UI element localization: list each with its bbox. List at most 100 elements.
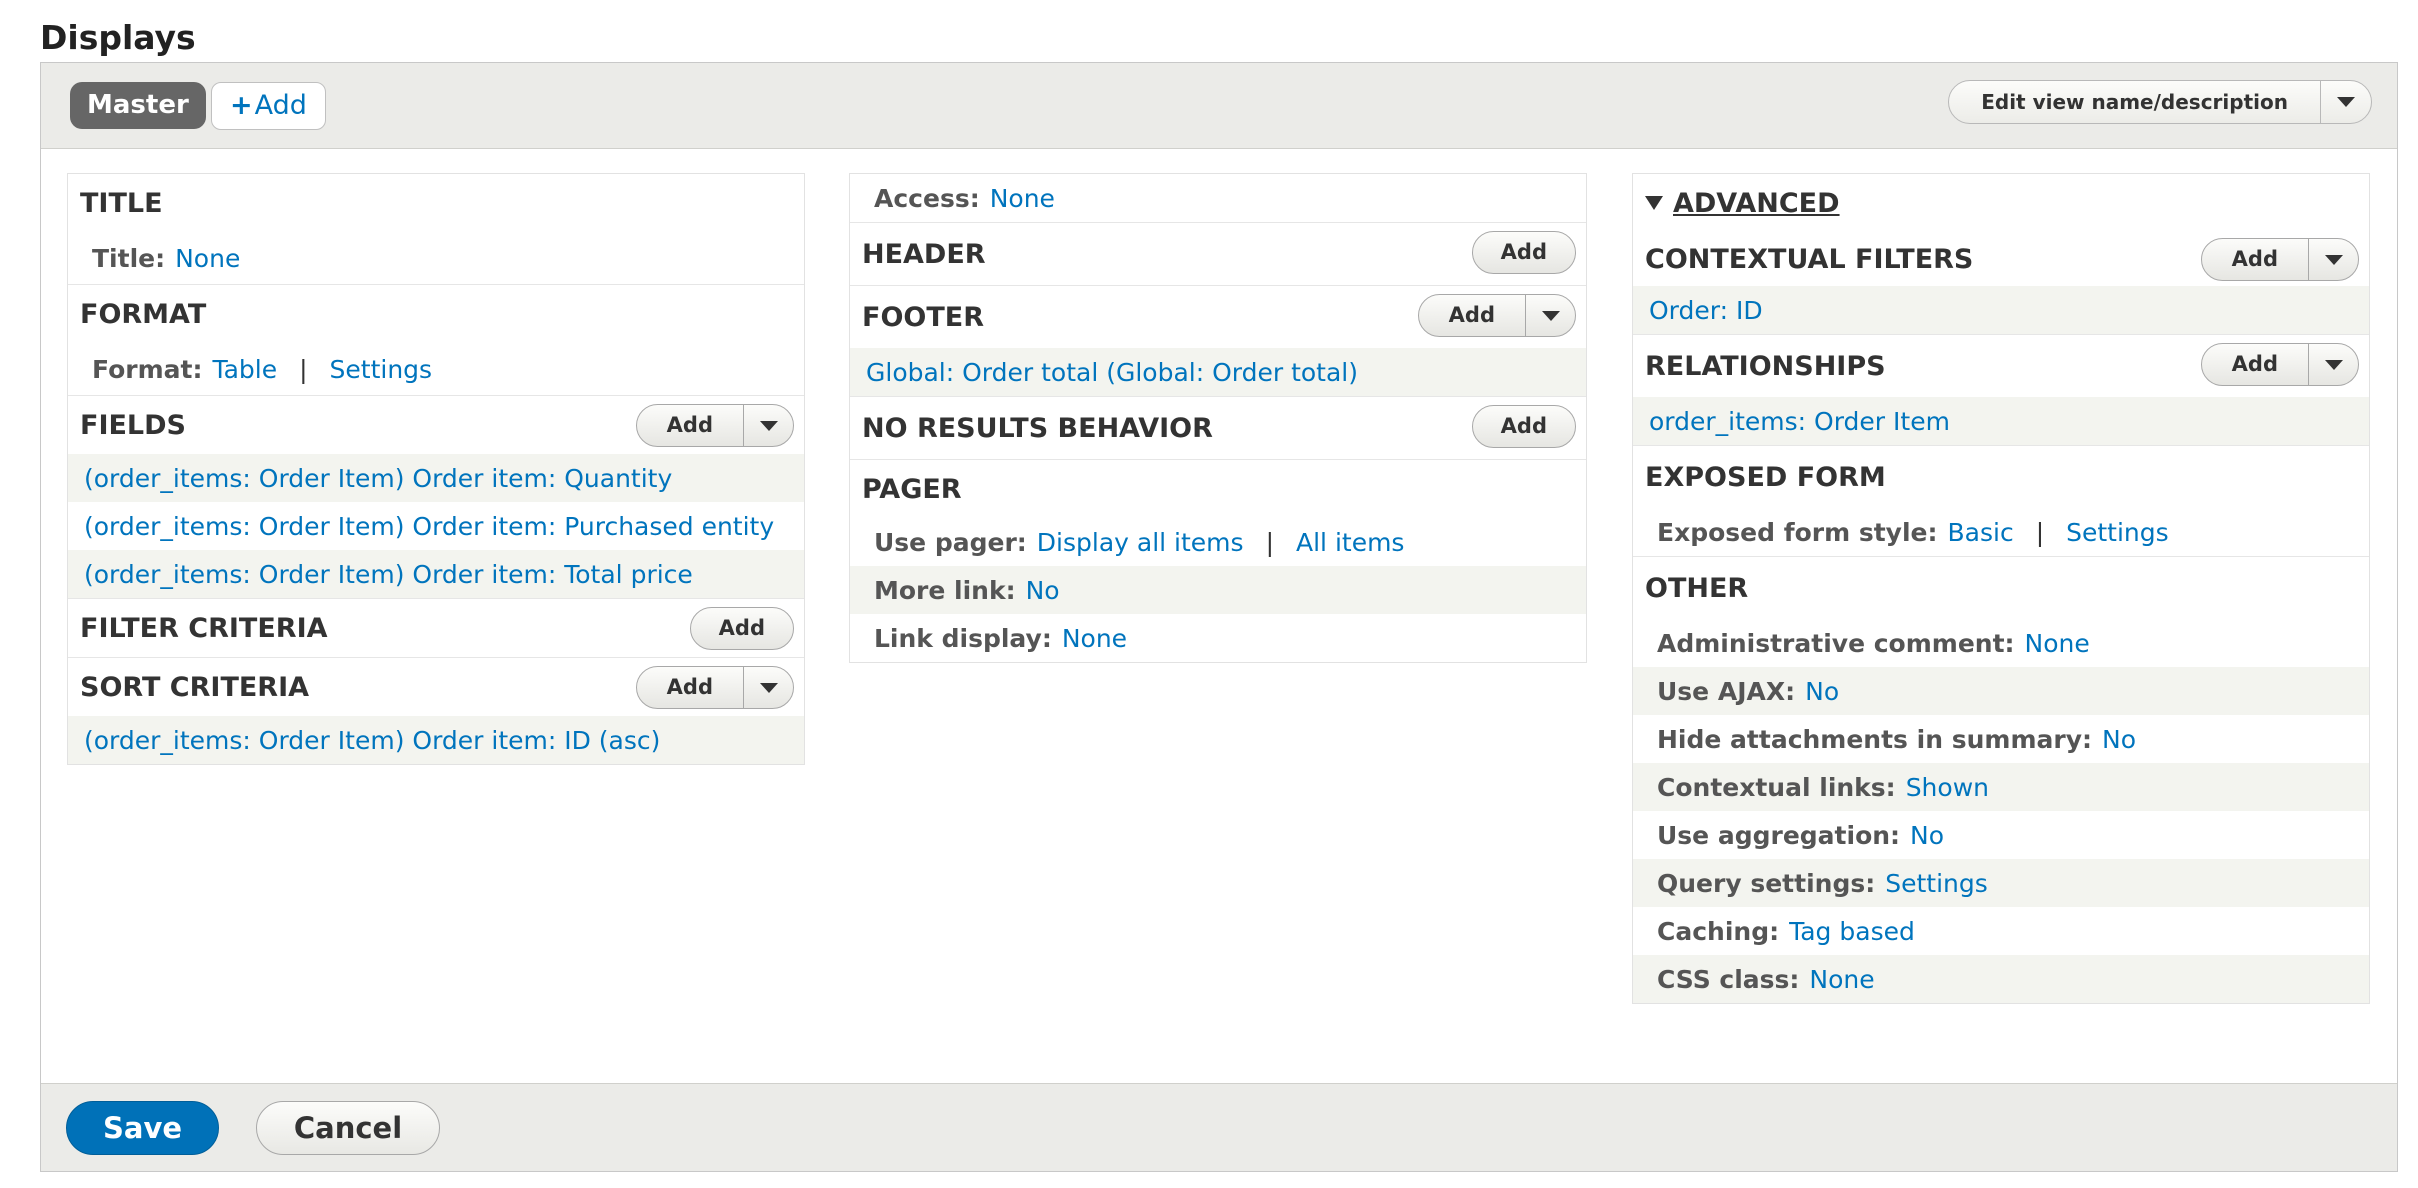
title-key: Title:	[92, 243, 166, 273]
other-row: Use aggregation: No	[1633, 811, 2369, 859]
footer-item: Global: Order total (Global: Order total…	[850, 348, 1586, 396]
other-row: Contextual links: Shown	[1633, 763, 2369, 811]
format-value-link[interactable]: Table	[212, 355, 277, 384]
other-header: OTHER	[1645, 572, 1749, 604]
separator: |	[2035, 517, 2045, 547]
header-add-button[interactable]: Add	[1473, 232, 1575, 273]
sort-add-dropdown-toggle[interactable]	[743, 667, 793, 708]
contextual-add-dropdown-toggle[interactable]	[2308, 239, 2358, 280]
no-results-add-button[interactable]: Add	[1473, 406, 1575, 447]
separator: |	[299, 354, 308, 384]
contextual-filter-link[interactable]: Order: ID	[1649, 296, 1763, 325]
other-value-link[interactable]: No	[1805, 677, 1839, 706]
relationships-add-dropbutton: Add	[2200, 343, 2359, 386]
caret-down-icon	[1645, 196, 1663, 210]
other-value-link[interactable]: Shown	[1906, 773, 1989, 802]
footer-item-link[interactable]: Global: Order total (Global: Order total…	[866, 358, 1358, 387]
edit-view-name-button[interactable]: Edit view name/description	[1949, 81, 2321, 123]
exposed-form-section: EXPOSED FORM Exposed form style: Basic |…	[1633, 446, 2369, 557]
field-item: (order_items: Order Item) Order item: To…	[68, 550, 804, 598]
sort-add-button[interactable]: Add	[637, 667, 743, 708]
other-row: CSS class: None	[1633, 955, 2369, 1003]
advanced-label: ADVANCED	[1673, 187, 1840, 219]
chevron-down-icon	[2324, 254, 2343, 265]
other-value-link[interactable]: No	[1910, 821, 1944, 850]
advanced-toggle[interactable]: ADVANCED	[1633, 174, 2369, 232]
chevron-down-icon	[759, 682, 778, 693]
add-display-label: Add	[254, 90, 307, 121]
exposed-form-header: EXPOSED FORM	[1645, 461, 1886, 493]
use-pager-key: Use pager:	[874, 527, 1027, 557]
page-title: Displays	[40, 18, 196, 57]
form-actions-bar: Save Cancel	[41, 1083, 2397, 1171]
contextual-filter-item: Order: ID	[1633, 286, 2369, 334]
footer-add-button[interactable]: Add	[1419, 295, 1525, 336]
other-value-link[interactable]: Settings	[1885, 869, 1988, 898]
chevron-down-icon	[759, 420, 778, 431]
other-row: Query settings: Settings	[1633, 859, 2369, 907]
other-value-link[interactable]: None	[2025, 629, 2090, 658]
other-key: Contextual links:	[1657, 772, 1896, 802]
title-section: TITLE Title: None	[68, 174, 804, 285]
footer-section: FOOTER Add Global: Order total (Global: …	[850, 286, 1586, 397]
format-section: FORMAT Format: Table | Settings	[68, 285, 804, 396]
format-settings-link[interactable]: Settings	[330, 355, 433, 384]
access-value-link[interactable]: None	[990, 184, 1055, 213]
relationships-add-dropdown-toggle[interactable]	[2308, 344, 2358, 385]
pager-items-link[interactable]: All items	[1296, 528, 1404, 557]
format-key: Format:	[92, 354, 203, 384]
displays-panel: Master +Add Edit view name/description T…	[40, 62, 2398, 1172]
more-link-value-link[interactable]: No	[1026, 576, 1060, 605]
save-button[interactable]: Save	[66, 1101, 219, 1155]
footer-add-dropdown-toggle[interactable]	[1525, 295, 1575, 336]
use-pager-row: Use pager: Display all items | All items	[850, 518, 1586, 566]
relationships-add-button[interactable]: Add	[2202, 344, 2308, 385]
fields-add-button[interactable]: Add	[637, 405, 743, 446]
exposed-form-value-link[interactable]: Basic	[1948, 518, 2014, 547]
link-display-row: Link display: None	[850, 614, 1586, 662]
pager-section-header: PAGER	[862, 473, 962, 505]
field-item-link[interactable]: (order_items: Order Item) Order item: To…	[84, 560, 693, 589]
filter-add-button[interactable]: Add	[691, 608, 793, 649]
other-value-link[interactable]: No	[2102, 725, 2136, 754]
other-section: OTHER Administrative comment: None Use AJ…	[1633, 557, 2369, 1003]
field-item-link[interactable]: (order_items: Order Item) Order item: Qu…	[84, 464, 672, 493]
other-value-link[interactable]: Tag based	[1789, 917, 1915, 946]
other-key: Hide attachments in summary:	[1657, 724, 2092, 754]
contextual-add-dropbutton: Add	[2200, 238, 2359, 281]
exposed-form-key: Exposed form style:	[1657, 517, 1938, 547]
more-link-row: More link: No	[850, 566, 1586, 614]
chevron-down-icon	[2337, 97, 2355, 107]
title-value-link[interactable]: None	[175, 244, 240, 273]
header-section: HEADER Add	[850, 223, 1586, 286]
plus-icon: +	[230, 90, 253, 121]
other-key: Use aggregation:	[1657, 820, 1901, 850]
fields-add-dropdown-toggle[interactable]	[743, 405, 793, 446]
fields-add-dropbutton: Add	[635, 404, 794, 447]
access-section: Access: None	[850, 174, 1586, 223]
other-key: CSS class:	[1657, 964, 1800, 994]
relationships-section: RELATIONSHIPS Add order_items: Order Ite…	[1633, 335, 2369, 446]
other-key: Caching:	[1657, 916, 1780, 946]
other-key: Use AJAX:	[1657, 676, 1796, 706]
use-pager-value-link[interactable]: Display all items	[1037, 528, 1244, 557]
add-display-button[interactable]: +Add	[211, 82, 326, 130]
exposed-form-settings-link[interactable]: Settings	[2066, 518, 2169, 547]
footer-add-dropbutton: Add	[1417, 294, 1576, 337]
title-row: Title: None	[68, 232, 804, 284]
other-value-link[interactable]: None	[1809, 965, 1874, 994]
other-key: Query settings:	[1657, 868, 1876, 898]
field-item-link[interactable]: (order_items: Order Item) Order item: Pu…	[84, 512, 774, 541]
cancel-button[interactable]: Cancel	[256, 1101, 440, 1155]
chevron-down-icon	[2324, 359, 2343, 370]
separator: |	[1265, 527, 1274, 557]
chevron-down-icon	[1541, 310, 1560, 321]
sort-criteria-section: SORT CRITERIA Add (order_items: Order It…	[68, 658, 804, 764]
relationship-link[interactable]: order_items: Order Item	[1649, 407, 1950, 436]
contextual-add-button[interactable]: Add	[2202, 239, 2308, 280]
sort-item-link[interactable]: (order_items: Order Item) Order item: ID…	[84, 726, 660, 755]
fields-section: FIELDS Add (order_items: Order Item) Ord…	[68, 396, 804, 599]
tab-master[interactable]: Master	[70, 82, 206, 129]
link-display-value-link[interactable]: None	[1062, 624, 1127, 653]
edit-view-dropdown-toggle[interactable]	[2321, 81, 2371, 123]
